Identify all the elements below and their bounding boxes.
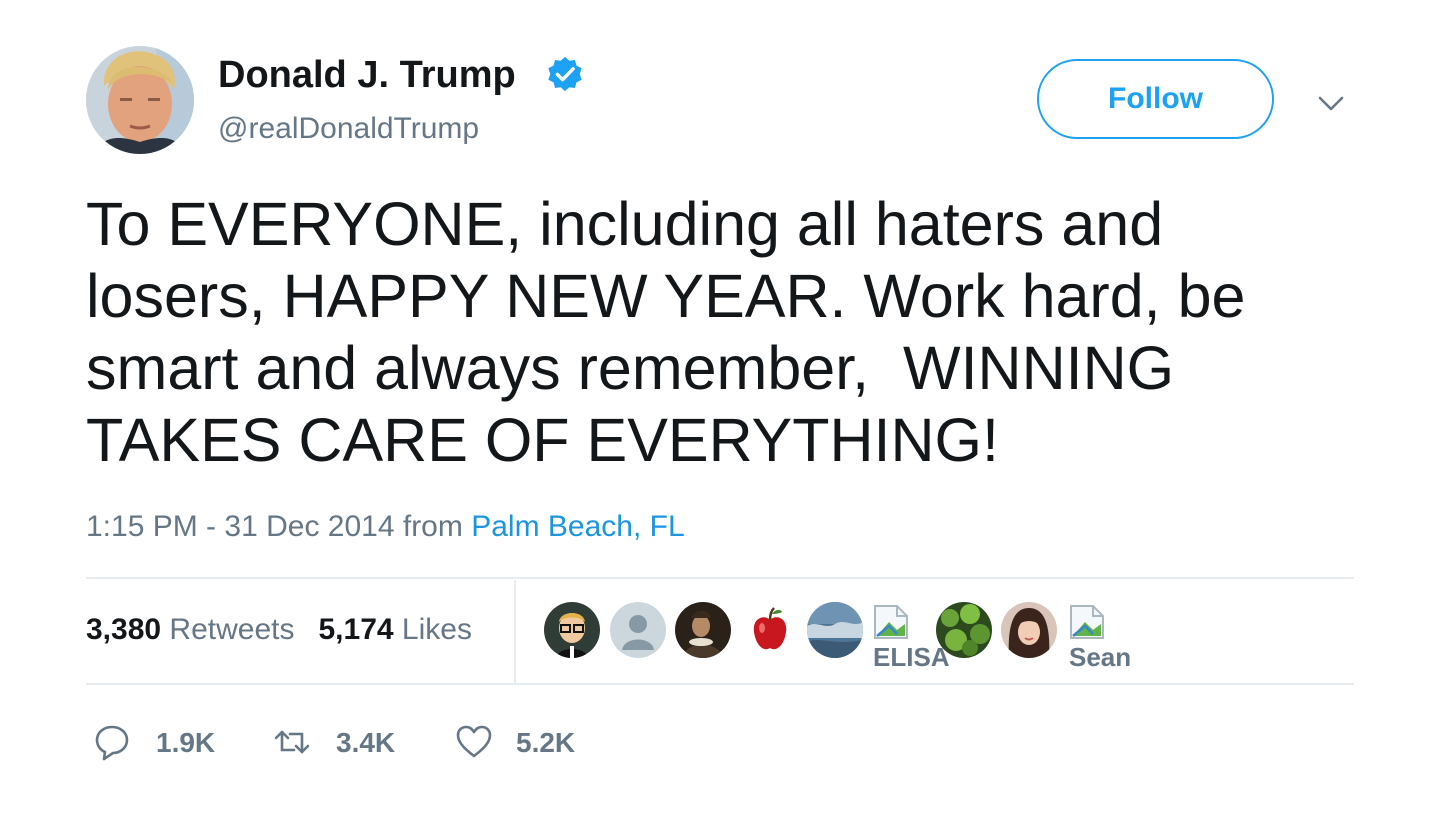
likes-count: 5,174 xyxy=(318,613,394,646)
liker-avatar[interactable] xyxy=(742,602,798,658)
retweet-count: 3.4K xyxy=(336,727,396,758)
like-button[interactable]: 5.2K xyxy=(454,718,594,764)
landscape-avatar-icon xyxy=(807,602,863,658)
retweets-stat[interactable]: 3,380 Retweets xyxy=(86,613,294,646)
liker-avatar[interactable] xyxy=(1001,602,1057,658)
liker-avatar[interactable] xyxy=(807,602,863,658)
liker-name-label[interactable]: Sean xyxy=(1069,642,1131,672)
liker-name-label[interactable]: ELISA xyxy=(873,642,950,672)
follow-button[interactable]: Follow xyxy=(1037,59,1274,139)
divider-bottom xyxy=(86,683,1354,685)
author-handle[interactable]: @realDonaldTrump xyxy=(218,110,479,148)
like-count: 5.2K xyxy=(516,727,576,758)
liker-avatar[interactable] xyxy=(675,602,731,658)
author-avatar[interactable] xyxy=(86,46,194,154)
divider-vertical xyxy=(514,580,516,684)
plant-avatar-icon xyxy=(936,602,992,658)
divider-top xyxy=(86,577,1354,579)
portrait-avatar-icon xyxy=(675,602,731,658)
likes-label: Likes xyxy=(401,613,472,646)
retweets-label: Retweets xyxy=(169,613,295,646)
tweet-text: To EVERYONE, including all haters and lo… xyxy=(86,190,1246,474)
default-user-icon xyxy=(610,602,666,658)
liker-avatar[interactable] xyxy=(610,602,666,658)
apple-icon xyxy=(742,602,798,658)
broken-image-icon[interactable] xyxy=(873,604,909,640)
reply-count: 1.9K xyxy=(156,727,216,758)
verified-badge-icon xyxy=(548,56,582,92)
tweet-timestamp[interactable]: 1:15 PM - 31 Dec 2014 xyxy=(86,510,395,543)
tweet-metadata: 1:15 PM - 31 Dec 2014 from Palm Beach, F… xyxy=(86,507,685,547)
retweet-icon xyxy=(274,730,310,754)
liker-avatar[interactable] xyxy=(544,602,600,658)
tweet-stats: 3,380 Retweets 5,174 Likes xyxy=(86,610,472,650)
tweet-actions: 1.9K 3.4K 5.2K xyxy=(86,718,686,768)
heart-icon xyxy=(456,725,492,758)
reply-button[interactable]: 1.9K xyxy=(92,718,232,764)
portrait-avatar-icon xyxy=(1001,602,1057,658)
broken-image-icon[interactable] xyxy=(1069,604,1105,640)
cartoon-avatar-icon xyxy=(544,602,600,658)
author-name[interactable]: Donald J. Trump xyxy=(218,52,516,98)
reply-icon xyxy=(95,725,129,761)
likers-row: ELISA Sean xyxy=(544,602,1164,682)
tweet-card: Donald J. Trump @realDonaldTrump Follow … xyxy=(0,0,1434,826)
retweet-button[interactable]: 3.4K xyxy=(272,718,412,764)
tweet-location-link[interactable]: Palm Beach, FL xyxy=(471,510,684,543)
likes-stat[interactable]: 5,174 Likes xyxy=(318,613,471,646)
chevron-down-icon[interactable] xyxy=(1316,88,1346,118)
from-label: from xyxy=(402,510,463,543)
avatar-image xyxy=(86,46,194,154)
liker-avatar[interactable] xyxy=(936,602,992,658)
retweets-count: 3,380 xyxy=(86,613,162,646)
